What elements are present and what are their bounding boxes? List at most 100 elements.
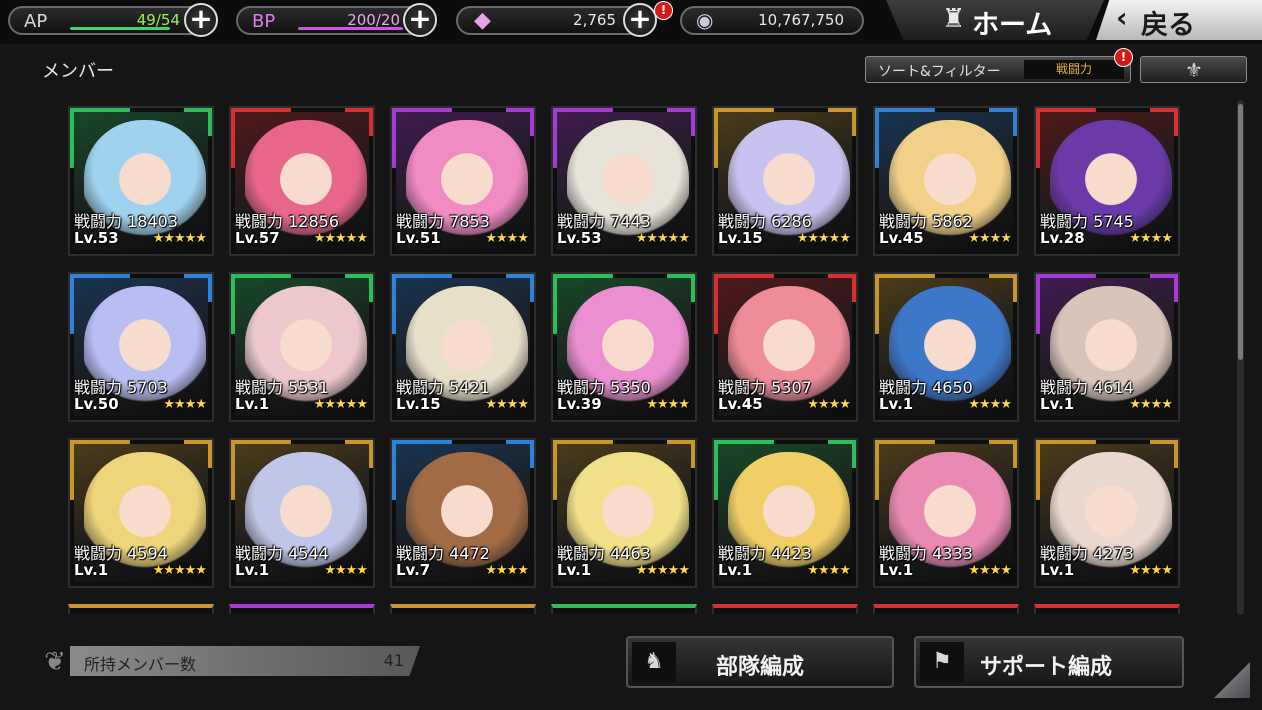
member-card[interactable]: 戦闘力 4544 Lv.1 ★★★★ xyxy=(229,438,375,588)
star-rating-icon: ★★★★ xyxy=(1129,563,1173,578)
member-card[interactable]: 戦闘力 12856 Lv.57 ★★★★★ xyxy=(229,106,375,256)
member-card[interactable]: 戦闘力 5531 Lv.1 ★★★★★ xyxy=(229,272,375,422)
power-value: 12856 xyxy=(288,212,340,231)
corner-menu-icon[interactable] xyxy=(1214,662,1250,698)
member-card[interactable]: 戦闘力 5421 Lv.15 ★★★★ xyxy=(390,272,536,422)
ap-bar xyxy=(70,27,170,30)
sort-filter-button[interactable]: ソート&フィルター 戦闘力 xyxy=(865,56,1131,83)
sort-filter-label: ソート&フィルター xyxy=(878,64,1001,80)
star-rating-icon: ★★★★ xyxy=(968,397,1012,412)
frame-corner-right xyxy=(506,440,534,468)
member-card-partial[interactable] xyxy=(1034,604,1180,614)
member-level: Lv.1 xyxy=(235,395,270,413)
member-card[interactable]: 戦闘力 7853 Lv.51 ★★★★ xyxy=(390,106,536,256)
member-level: Lv.1 xyxy=(1040,395,1075,413)
frame-corner-right xyxy=(828,274,856,302)
squad-formation-label: 部隊編成 xyxy=(716,655,805,680)
member-card[interactable]: 戦闘力 5745 Lv.28 ★★★★ xyxy=(1034,106,1180,256)
star-rating-icon: ★★★★★ xyxy=(635,563,690,578)
frame-corner-right xyxy=(1150,108,1178,136)
member-card[interactable]: 戦闘力 4273 Lv.1 ★★★★ xyxy=(1034,438,1180,588)
member-card[interactable]: 戦闘力 4594 Lv.1 ★★★★★ xyxy=(68,438,214,588)
member-card-partial[interactable] xyxy=(390,604,536,614)
frame-corner-right xyxy=(828,108,856,136)
member-level: Lv.1 xyxy=(235,561,270,579)
star-rating-icon: ★★★★★ xyxy=(313,397,368,412)
gem-value: 2,765 xyxy=(573,11,616,29)
member-card[interactable]: 戦闘力 5307 Lv.45 ★★★★ xyxy=(712,272,858,422)
member-card[interactable]: 戦闘力 4333 Lv.1 ★★★★ xyxy=(873,438,1019,588)
frame-corner-right xyxy=(506,108,534,136)
member-level: Lv.53 xyxy=(557,229,602,247)
member-card[interactable]: 戦闘力 4614 Lv.1 ★★★★ xyxy=(1034,272,1180,422)
bp-plus-button[interactable]: + xyxy=(403,3,437,37)
member-card-partial[interactable] xyxy=(712,604,858,614)
power-value: 6286 xyxy=(771,212,812,231)
member-level: Lv.1 xyxy=(879,561,914,579)
power-value: 5421 xyxy=(449,378,490,397)
member-card-partial[interactable] xyxy=(68,604,214,614)
frame-corner-right xyxy=(667,108,695,136)
power-value: 18403 xyxy=(127,212,179,231)
frame-corner-right xyxy=(184,274,212,302)
power-value: 4544 xyxy=(288,544,329,563)
member-card[interactable]: 戦闘力 18403 Lv.53 ★★★★★ xyxy=(68,106,214,256)
castle-icon: ♜ xyxy=(942,4,966,34)
star-rating-icon: ★★★★ xyxy=(646,397,690,412)
member-card[interactable]: 戦闘力 4472 Lv.7 ★★★★ xyxy=(390,438,536,588)
power-value: 5703 xyxy=(127,378,168,397)
power-value: 4423 xyxy=(771,544,812,563)
member-card-partial[interactable] xyxy=(551,604,697,614)
member-card[interactable]: 戦闘力 6286 Lv.15 ★★★★★ xyxy=(712,106,858,256)
frame-corner-right xyxy=(989,440,1017,468)
member-level: Lv.1 xyxy=(557,561,592,579)
member-card[interactable]: 戦闘力 4423 Lv.1 ★★★★ xyxy=(712,438,858,588)
gem-alert-badge: ! xyxy=(654,1,673,20)
power-value: 4614 xyxy=(1093,378,1134,397)
top-bar: AP 49/54 + BP 200/20 + ◆ 2,765 + ! ◉ 10,… xyxy=(0,0,1262,44)
back-button[interactable]: ‹ 戻る xyxy=(1096,0,1262,40)
star-rating-icon: ★★★★ xyxy=(1129,231,1173,246)
star-rating-icon: ★★★★★ xyxy=(152,231,207,246)
sort-order-button[interactable]: ⚜ xyxy=(1140,56,1247,83)
bp-gauge: BP 200/20 xyxy=(236,6,426,35)
bp-bar xyxy=(298,27,403,30)
squad-formation-button[interactable]: ♞ 部隊編成 xyxy=(626,636,894,688)
member-card[interactable]: 戦闘力 7443 Lv.53 ★★★★★ xyxy=(551,106,697,256)
power-value: 5745 xyxy=(1093,212,1134,231)
support-icon: ⚑ xyxy=(920,642,964,682)
frame-corner-right xyxy=(1150,274,1178,302)
star-rating-icon: ★★★★★ xyxy=(796,231,851,246)
ap-plus-button[interactable]: + xyxy=(184,3,218,37)
gem-plus-button[interactable]: + xyxy=(623,3,657,37)
support-formation-button[interactable]: ⚑ サポート編成 xyxy=(914,636,1184,688)
scrollbar-thumb[interactable] xyxy=(1238,104,1243,360)
crystal-icon: ◆ xyxy=(474,8,491,33)
power-value: 4594 xyxy=(127,544,168,563)
member-card[interactable]: 戦闘力 4650 Lv.1 ★★★★ xyxy=(873,272,1019,422)
member-count-value: 41 xyxy=(383,651,404,670)
star-rating-icon: ★★★★★ xyxy=(313,231,368,246)
star-rating-icon: ★★★★ xyxy=(485,397,529,412)
power-value: 4463 xyxy=(610,544,651,563)
member-level: Lv.28 xyxy=(1040,229,1085,247)
member-card[interactable]: 戦闘力 5862 Lv.45 ★★★★ xyxy=(873,106,1019,256)
member-card[interactable]: 戦闘力 5350 Lv.39 ★★★★ xyxy=(551,272,697,422)
star-rating-icon: ★★★★ xyxy=(807,397,851,412)
home-button[interactable]: ♜ ホーム xyxy=(886,0,1104,40)
member-level: Lv.57 xyxy=(235,229,280,247)
member-card[interactable]: 戦闘力 4463 Lv.1 ★★★★★ xyxy=(551,438,697,588)
back-button-label: 戻る xyxy=(1141,10,1195,41)
star-rating-icon: ★★★★ xyxy=(324,563,368,578)
member-level: Lv.1 xyxy=(1040,561,1075,579)
power-value: 5307 xyxy=(771,378,812,397)
power-value: 4333 xyxy=(932,544,973,563)
bp-label: BP xyxy=(252,11,276,32)
coin-counter: ◉ 10,767,750 xyxy=(680,6,864,35)
member-card[interactable]: 戦闘力 5703 Lv.50 ★★★★ xyxy=(68,272,214,422)
ap-gauge: AP 49/54 xyxy=(8,6,208,35)
member-card-partial[interactable] xyxy=(229,604,375,614)
member-card-partial[interactable] xyxy=(873,604,1019,614)
member-level: Lv.45 xyxy=(718,395,763,413)
star-rating-icon: ★★★★ xyxy=(1129,397,1173,412)
